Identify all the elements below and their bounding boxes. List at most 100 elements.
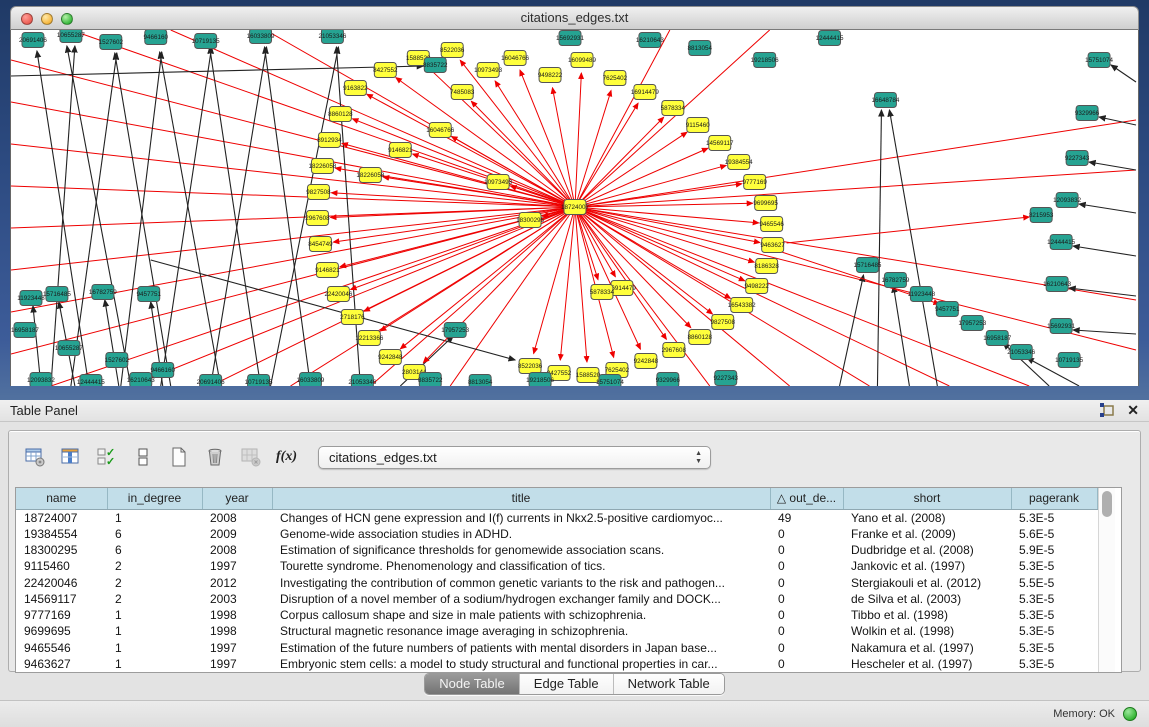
table-cell: 19384554 — [16, 526, 107, 542]
column-header-short[interactable]: short — [843, 488, 1011, 509]
scrollbar-thumb[interactable] — [1102, 491, 1112, 517]
network-canvas[interactable]: 1872400791638228860128891293418226058982… — [10, 30, 1139, 386]
show-column-icon[interactable] — [57, 444, 84, 471]
graph-node-label: 7485083 — [450, 89, 475, 96]
table-cell: Stergiakouli et al. (2012) — [843, 574, 1011, 590]
table-panel-title: Table Panel — [10, 403, 78, 418]
float-window-icon[interactable] — [1099, 402, 1115, 418]
table-row[interactable]: 977716911998Corpus callosum shape and si… — [16, 607, 1097, 623]
table-cell: 14569117 — [16, 591, 107, 607]
close-window-icon[interactable] — [21, 13, 33, 25]
table-cell: 1998 — [202, 607, 272, 623]
attribute-table[interactable]: namein_degreeyeartitle△ out_de...shortpa… — [16, 488, 1098, 672]
red-edge — [575, 207, 949, 386]
black-edge — [160, 52, 221, 386]
table-cell: Estimation of significance thresholds fo… — [272, 542, 770, 558]
table-cell: 1997 — [202, 639, 272, 655]
table-cell: 0 — [770, 591, 843, 607]
graph-node-label: 12444415 — [1047, 239, 1075, 246]
citation-graph[interactable]: 1872400791638228860128891293418226058982… — [11, 30, 1138, 386]
zoom-window-icon[interactable] — [61, 13, 73, 25]
svg-text:✓: ✓ — [106, 456, 115, 468]
table-filler — [1115, 488, 1122, 672]
table-cell: Yano et al. (2008) — [843, 509, 1011, 526]
row-height-icon[interactable] — [129, 444, 156, 471]
column-header-out_de[interactable]: △ out_de... — [770, 488, 843, 509]
graph-node-label: 17957253 — [441, 327, 469, 334]
graph-node-label: 18724007 — [561, 204, 589, 211]
red-edge — [51, 207, 575, 386]
red-edge — [452, 136, 575, 207]
table-cell: 1 — [107, 639, 202, 655]
red-edge — [787, 217, 1030, 243]
column-header-pagerank[interactable]: pagerank — [1011, 488, 1097, 509]
graph-node-label: 9777169 — [742, 179, 767, 186]
red-edge — [11, 102, 575, 207]
graph-node-label: 8835722 — [423, 62, 448, 69]
graph-node-label: 7625402 — [605, 367, 630, 374]
graph-node-label: 8215953 — [1029, 212, 1054, 219]
table-cell: Nakamura et al. (1997) — [843, 639, 1011, 655]
red-edge — [471, 101, 575, 207]
table-cell: 2009 — [202, 526, 272, 542]
delete-column-icon[interactable] — [237, 444, 264, 471]
graph-node-label: 16782759 — [881, 277, 909, 284]
graph-node-label: 9466160 — [144, 34, 169, 41]
table-cell: Franke et al. (2009) — [843, 526, 1011, 542]
red-edge — [131, 207, 575, 386]
table-row[interactable]: 969969511998Structural magnetic resonanc… — [16, 623, 1097, 639]
table-cell: 2008 — [202, 542, 272, 558]
graph-node-label: 8522036 — [440, 47, 465, 54]
column-header-title[interactable]: title — [272, 488, 770, 509]
close-panel-icon[interactable]: ✕ — [1127, 402, 1139, 418]
column-header-in_degree[interactable]: in_degree — [107, 488, 202, 509]
table-select-dropdown[interactable]: citations_edges.txt ▲▼ — [318, 446, 711, 469]
column-header-name[interactable]: name — [16, 488, 107, 509]
table-cell: 9463627 — [16, 656, 107, 672]
minimize-window-icon[interactable] — [41, 13, 53, 25]
tab-edge-table[interactable]: Edge Table — [519, 674, 613, 694]
graph-node-label: 10719135 — [245, 379, 273, 386]
graph-node-label: 12093832 — [1053, 197, 1081, 204]
delete-table-icon[interactable] — [201, 444, 228, 471]
table-row[interactable]: 1938455462009Genome-wide association stu… — [16, 526, 1097, 542]
table-scrollbar[interactable] — [1098, 488, 1115, 672]
dropdown-arrows-icon: ▲▼ — [695, 450, 702, 466]
memory-status-label[interactable]: Memory: OK — [1053, 708, 1115, 720]
tab-network-table[interactable]: Network Table — [613, 674, 724, 694]
column-header-year[interactable]: year — [202, 488, 272, 509]
select-columns-icon[interactable]: ✓ ✓ — [93, 444, 120, 471]
table-mode-icon[interactable] — [21, 444, 48, 471]
black-edge — [210, 47, 261, 386]
tab-node-table[interactable]: Node Table — [425, 674, 519, 694]
graph-node-label: 8454749 — [308, 241, 333, 248]
table-cell: 0 — [770, 607, 843, 623]
table-cell: 1998 — [202, 623, 272, 639]
graph-node-label: 16046766 — [501, 55, 529, 62]
table-row[interactable]: 946554611997Estimation of the future num… — [16, 639, 1097, 655]
node-table: namein_degreeyeartitle△ out_de...shortpa… — [15, 487, 1122, 673]
table-cell: 9699695 — [16, 623, 107, 639]
table-row[interactable]: 1872400712008Changes of HCN gene express… — [16, 509, 1097, 526]
create-table-icon[interactable] — [165, 444, 192, 471]
graph-node-label: 8912934 — [317, 137, 342, 144]
graph-node-label: 11923448 — [908, 291, 936, 298]
function-builder-icon[interactable]: f(x) — [273, 444, 300, 471]
table-row[interactable]: 1830029562008Estimation of significance … — [16, 542, 1097, 558]
red-edge — [423, 207, 575, 363]
table-row[interactable]: 1456911722003Disruption of a novel membe… — [16, 591, 1097, 607]
table-row[interactable]: 2242004622012Investigating the contribut… — [16, 574, 1097, 590]
table-row[interactable]: 946362711997Embryonic stem cells: a mode… — [16, 656, 1097, 672]
graph-node-label: 22420046 — [324, 291, 352, 298]
window-title: citations_edges.txt — [11, 7, 1138, 29]
table-row[interactable]: 911546021997Tourette syndrome. Phenomeno… — [16, 558, 1097, 574]
memory-status-icon[interactable] — [1123, 707, 1137, 721]
graph-node-label: 9463627 — [760, 242, 785, 249]
graph-node-label: 12093832 — [27, 377, 55, 384]
window-titlebar[interactable]: citations_edges.txt — [10, 6, 1139, 30]
black-edge — [840, 275, 864, 386]
table-cell: 18724007 — [16, 509, 107, 526]
table-cell: 5.3E-5 — [1011, 607, 1097, 623]
table-cell: 2 — [107, 574, 202, 590]
table-cell: 5.3E-5 — [1011, 623, 1097, 639]
